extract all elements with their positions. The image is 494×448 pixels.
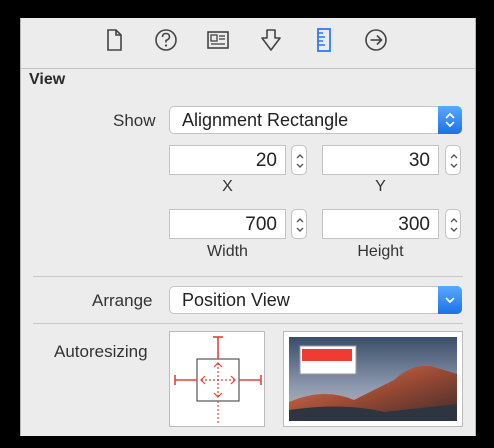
- connections-icon[interactable]: [362, 26, 390, 54]
- height-stepper[interactable]: [445, 209, 461, 239]
- stepper-arrows-icon: [450, 218, 458, 232]
- height-field-value: 300: [398, 214, 430, 235]
- inspector-toolbar: [21, 18, 475, 69]
- autoresizing-preview: [283, 331, 463, 427]
- stepper-arrows-icon: [296, 218, 304, 232]
- width-label: Width: [207, 243, 248, 260]
- mountain-landscape-image: [289, 337, 457, 421]
- arrange-popup[interactable]: Position View: [169, 286, 462, 314]
- updown-chevron-icon: [438, 106, 462, 134]
- chevron-down-icon: [438, 286, 462, 314]
- inspector-panel: View Show Alignment Rectangle 20 30 X Y …: [20, 18, 476, 436]
- autoresizing-struts-icon: [174, 336, 262, 423]
- height-field[interactable]: 300: [322, 209, 439, 239]
- help-icon[interactable]: [152, 26, 180, 54]
- attributes-icon[interactable]: [257, 26, 285, 54]
- x-field-value: 20: [255, 150, 277, 171]
- y-label: Y: [375, 178, 386, 195]
- y-field-value: 30: [408, 150, 430, 171]
- y-stepper[interactable]: [445, 145, 461, 175]
- autoresizing-mask-editor[interactable]: [169, 331, 265, 427]
- arrange-popup-value: Position View: [182, 290, 290, 310]
- width-field[interactable]: 700: [169, 209, 286, 239]
- size-ruler-icon[interactable]: [310, 26, 338, 54]
- show-popup[interactable]: Alignment Rectangle: [169, 106, 462, 134]
- file-icon[interactable]: [100, 26, 128, 54]
- show-label: Show: [113, 111, 156, 130]
- height-label: Height: [357, 243, 404, 260]
- autoresizing-label: Autoresizing: [54, 342, 148, 361]
- show-popup-value: Alignment Rectangle: [182, 110, 349, 130]
- identity-icon[interactable]: [204, 26, 232, 54]
- divider: [33, 323, 463, 324]
- stepper-arrows-icon: [296, 154, 304, 168]
- width-stepper[interactable]: [291, 209, 307, 239]
- x-label: X: [222, 178, 233, 195]
- x-stepper[interactable]: [291, 145, 307, 175]
- divider: [33, 276, 463, 277]
- x-field[interactable]: 20: [169, 145, 286, 175]
- section-title: View: [29, 71, 66, 88]
- width-field-value: 700: [245, 214, 277, 235]
- arrange-label: Arrange: [92, 291, 153, 310]
- y-field[interactable]: 30: [322, 145, 439, 175]
- stepper-arrows-icon: [450, 154, 458, 168]
